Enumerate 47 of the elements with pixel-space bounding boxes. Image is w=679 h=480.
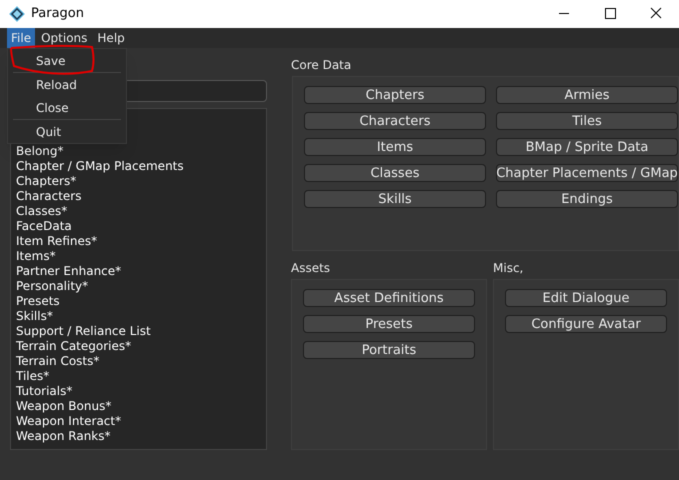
window-title: Paragon (31, 5, 84, 24)
list-item[interactable]: Characters (16, 189, 266, 204)
app-logo-icon (9, 6, 25, 22)
list-item[interactable]: Items* (16, 249, 266, 264)
action-button[interactable]: Items (304, 138, 486, 156)
group-title: Assets (291, 260, 332, 275)
action-button[interactable]: Edit Dialogue (505, 289, 667, 307)
action-button[interactable]: BMap / Sprite Data (496, 138, 678, 156)
action-button[interactable]: Armies (496, 86, 678, 104)
list-item[interactable]: Belong* (16, 144, 266, 159)
list-item[interactable]: Tutorials* (16, 384, 266, 399)
menu-entry[interactable]: Reload (8, 73, 126, 96)
menu-item[interactable]: Help (93, 28, 129, 48)
list-item[interactable]: Weapon Interact* (16, 414, 266, 429)
menu-item[interactable]: Options (37, 28, 92, 48)
menu-entry[interactable]: Quit (8, 120, 126, 143)
list-item[interactable]: Presets (16, 294, 266, 309)
menu-entry[interactable]: Close (8, 96, 126, 119)
action-button[interactable]: Tiles (496, 112, 678, 130)
action-button[interactable]: Configure Avatar (505, 315, 667, 333)
menu-item[interactable]: File (7, 28, 36, 48)
action-button[interactable]: Chapters (304, 86, 486, 104)
group-title: Core Data (291, 57, 352, 72)
action-button[interactable]: Classes (304, 164, 486, 182)
list-item[interactable]: FaceData (16, 219, 266, 234)
list-item[interactable]: Weapon Bonus* (16, 399, 266, 414)
list-item[interactable]: Partner Enhance* (16, 264, 266, 279)
action-button[interactable]: Presets (303, 315, 475, 333)
action-button[interactable]: Characters (304, 112, 486, 130)
list-item[interactable]: Chapters* (16, 174, 266, 189)
list-item[interactable]: Chapter / GMap Placements (16, 159, 266, 174)
list-item[interactable]: Classes* (16, 204, 266, 219)
group-title: Misc, (493, 260, 524, 275)
action-button[interactable]: Endings (496, 190, 678, 208)
list-item[interactable]: Tiles* (16, 369, 266, 384)
action-button[interactable]: Chapter Placements / GMap (496, 164, 678, 182)
list-item[interactable]: Terrain Categories* (16, 339, 266, 354)
list-item[interactable]: Support / Reliance List (16, 324, 266, 339)
list-item[interactable]: Personality* (16, 279, 266, 294)
list-item[interactable]: Terrain Costs* (16, 354, 266, 369)
action-button[interactable]: Skills (304, 190, 486, 208)
action-button[interactable]: Asset Definitions (303, 289, 475, 307)
action-button[interactable]: Portraits (303, 341, 475, 359)
list-item[interactable]: Skills* (16, 309, 266, 324)
list-item[interactable]: Item Refines* (16, 234, 266, 249)
list-item[interactable]: Weapon Ranks* (16, 429, 266, 444)
menu-entry[interactable]: Save (8, 49, 126, 72)
